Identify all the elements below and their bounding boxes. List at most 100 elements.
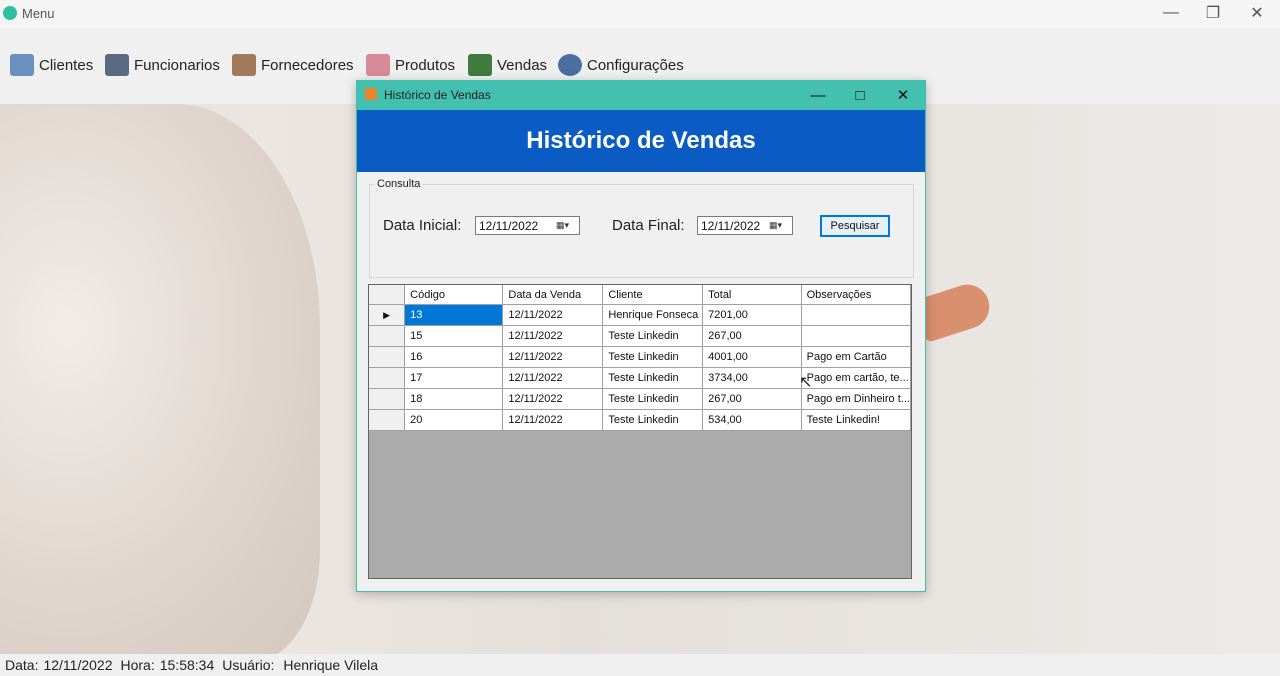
status-usuario-value: Henrique Vilela: [283, 657, 379, 673]
column-header-codigo[interactable]: Código: [404, 285, 504, 305]
column-header-total[interactable]: Total: [702, 285, 802, 305]
row-header[interactable]: [369, 409, 406, 431]
table-cell[interactable]: Pago em cartão, te...: [801, 367, 912, 389]
dialog-titlebar: Histórico de Vendas — □ ✕: [357, 81, 925, 110]
table-cell[interactable]: 3734,00: [702, 367, 802, 389]
row-header[interactable]: [369, 325, 406, 347]
minimize-button[interactable]: —: [1150, 0, 1192, 26]
dialog-close-button[interactable]: ✕: [883, 83, 923, 107]
table-cell[interactable]: Teste Linkedin!: [801, 409, 912, 431]
table-cell[interactable]: Teste Linkedin: [602, 346, 704, 368]
data-inicial-value: 12/11/2022: [479, 218, 539, 233]
table-cell[interactable]: 12/11/2022: [502, 367, 604, 389]
table-cell[interactable]: 18: [404, 388, 504, 410]
menu-fornecedores[interactable]: Fornecedores: [232, 52, 354, 78]
table-cell[interactable]: [801, 304, 912, 326]
table-cell[interactable]: Teste Linkedin: [602, 367, 704, 389]
dialog-minimize-button[interactable]: —: [798, 83, 838, 107]
pesquisar-button[interactable]: Pesquisar: [820, 215, 890, 237]
table-cell[interactable]: 17: [404, 367, 504, 389]
menu-funcionarios-label: Funcionarios: [134, 56, 220, 74]
settings-gear-icon: [558, 54, 582, 76]
table-cell[interactable]: 12/11/2022: [502, 325, 604, 347]
dialog-title: Histórico de Vendas: [384, 88, 491, 102]
row-header[interactable]: [369, 367, 406, 389]
status-data-label: Data:: [5, 657, 39, 673]
sales-grid[interactable]: Código Data da Venda Cliente Total Obser…: [368, 284, 912, 579]
products-icon: [366, 54, 390, 76]
row-header[interactable]: [369, 346, 406, 368]
status-data-value: 12/11/2022: [43, 657, 113, 673]
row-header[interactable]: [369, 388, 406, 410]
table-cell[interactable]: Teste Linkedin: [602, 325, 704, 347]
table-row[interactable]: ▶ 13 12/11/2022 Henrique Fonseca 7201,00: [369, 304, 912, 326]
data-final-value: 12/11/2022: [701, 218, 761, 233]
dialog-banner: Histórico de Vendas: [357, 110, 925, 172]
menu-fornecedores-label: Fornecedores: [261, 56, 354, 74]
dialog-maximize-button[interactable]: □: [840, 83, 880, 107]
background-sleeve: [0, 104, 320, 654]
restore-button[interactable]: ❐: [1192, 0, 1234, 26]
table-cell[interactable]: Henrique Fonseca: [602, 304, 704, 326]
table-cell[interactable]: Teste Linkedin: [602, 388, 704, 410]
table-cell[interactable]: 12/11/2022: [502, 346, 604, 368]
table-cell[interactable]: Pago em Cartão: [801, 346, 912, 368]
calendar-dropdown-icon[interactable]: ▦▾: [769, 219, 789, 232]
clients-icon: [10, 54, 34, 76]
data-inicial-picker[interactable]: 12/11/2022 ▦▾: [475, 216, 580, 235]
table-cell[interactable]: 12/11/2022: [502, 409, 604, 431]
status-usuario-label: Usuário:: [222, 657, 275, 673]
close-button[interactable]: ✕: [1236, 0, 1278, 26]
data-final-picker[interactable]: 12/11/2022 ▦▾: [697, 216, 793, 235]
table-cell[interactable]: 534,00: [702, 409, 802, 431]
main-titlebar: Menu — ❐ ✕: [0, 0, 1280, 28]
status-hora-label: Hora:: [120, 657, 155, 673]
table-cell[interactable]: 7201,00: [702, 304, 802, 326]
column-header-data-venda[interactable]: Data da Venda: [502, 285, 604, 305]
table-cell[interactable]: 13: [404, 304, 504, 326]
menu-vendas[interactable]: Vendas: [468, 52, 547, 78]
data-inicial-label: Data Inicial:: [383, 217, 462, 234]
suppliers-icon: [232, 54, 256, 76]
table-row[interactable]: 15 12/11/2022 Teste Linkedin 267,00: [369, 325, 912, 347]
table-cell[interactable]: 16: [404, 346, 504, 368]
current-row-arrow-icon: ▶: [383, 310, 391, 320]
table-cell[interactable]: 12/11/2022: [502, 388, 604, 410]
employees-icon: [105, 54, 129, 76]
calendar-dropdown-icon[interactable]: ▦▾: [556, 219, 576, 232]
column-header-cliente[interactable]: Cliente: [602, 285, 704, 305]
app-logo-icon: [3, 6, 17, 20]
historico-vendas-dialog: Histórico de Vendas — □ ✕ Histórico de V…: [356, 80, 926, 592]
menu-produtos-label: Produtos: [395, 56, 456, 74]
table-row[interactable]: 16 12/11/2022 Teste Linkedin 4001,00 Pag…: [369, 346, 912, 368]
consulta-legend: Consulta: [375, 178, 423, 190]
table-cell[interactable]: 267,00: [702, 325, 802, 347]
row-header[interactable]: ▶: [369, 304, 406, 326]
app-title: Menu: [22, 6, 55, 21]
table-cell[interactable]: 20: [404, 409, 504, 431]
row-header-corner: [369, 285, 406, 305]
menu-configuracoes-label: Configurações: [587, 56, 684, 74]
table-cell[interactable]: Teste Linkedin: [602, 409, 704, 431]
table-cell[interactable]: 267,00: [702, 388, 802, 410]
table-cell[interactable]: 4001,00: [702, 346, 802, 368]
table-cell[interactable]: 15: [404, 325, 504, 347]
menu-clientes-label: Clientes: [39, 56, 94, 74]
status-bar: Data: 12/11/2022 Hora: 15:58:34 Usuário:…: [0, 654, 1280, 676]
table-cell[interactable]: [801, 325, 912, 347]
menu-clientes[interactable]: Clientes: [10, 52, 93, 78]
menu-configuracoes[interactable]: Configurações: [558, 52, 684, 78]
dialog-app-icon: [365, 88, 377, 100]
mouse-cursor-icon: ↖: [799, 374, 813, 391]
sales-icon: [468, 54, 492, 76]
grid-header-row: Código Data da Venda Cliente Total Obser…: [369, 285, 912, 305]
table-row[interactable]: 20 12/11/2022 Teste Linkedin 534,00 Test…: [369, 409, 912, 431]
table-cell[interactable]: Pago em Dinheiro t...: [801, 388, 912, 410]
table-row[interactable]: 17 12/11/2022 Teste Linkedin 3734,00 Pag…: [369, 367, 912, 389]
sales-table: Código Data da Venda Cliente Total Obser…: [369, 285, 912, 431]
menu-funcionarios[interactable]: Funcionarios: [105, 52, 220, 78]
column-header-observacoes[interactable]: Observações: [801, 285, 912, 305]
table-row[interactable]: 18 12/11/2022 Teste Linkedin 267,00 Pago…: [369, 388, 912, 410]
menu-produtos[interactable]: Produtos: [366, 52, 455, 78]
table-cell[interactable]: 12/11/2022: [502, 304, 604, 326]
